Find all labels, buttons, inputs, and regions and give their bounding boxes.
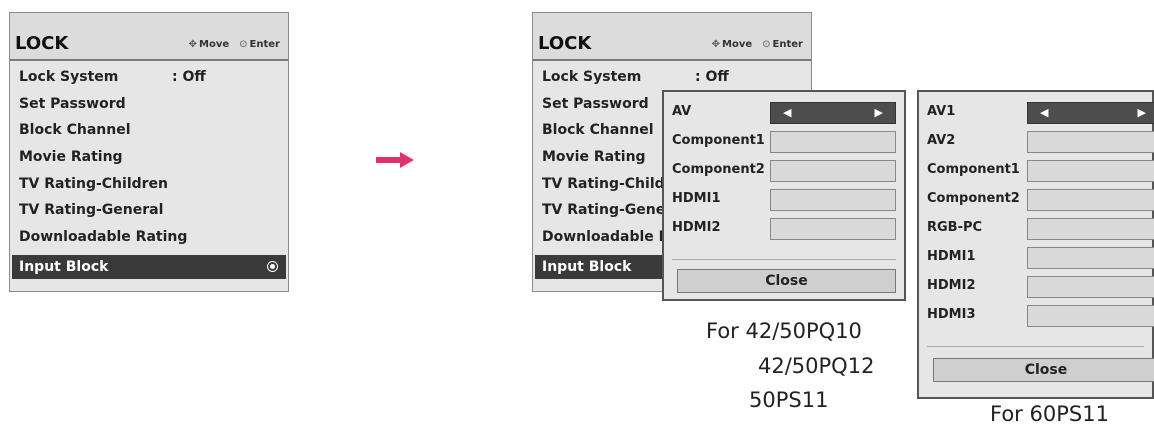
menu-item-label: Input Block (542, 259, 632, 275)
input-label: AV2 (927, 133, 956, 148)
left-arrow-icon[interactable]: ◀ (783, 106, 791, 119)
input-row-hdmi1[interactable]: HDMI1 (664, 187, 904, 213)
menu-hint: ✥ Move ⊙ Enter (189, 39, 280, 50)
input-toggle[interactable] (770, 131, 896, 153)
input-toggle[interactable] (1027, 131, 1154, 153)
menu-header: LOCK ✥ Move ⊙ Enter (533, 13, 811, 59)
hint-move: Move (722, 39, 753, 50)
menu-item-block-channel[interactable]: Block Channel (12, 118, 286, 142)
model-caption-60ps11: For 60PS11 (990, 402, 1109, 426)
menu-item-label: Set Password (19, 96, 126, 112)
input-label: HDMI2 (927, 278, 976, 293)
left-arrow-icon[interactable]: ◀ (1040, 106, 1048, 119)
input-label: Component2 (927, 191, 1020, 206)
input-label: Component1 (927, 162, 1020, 177)
input-row-component1[interactable]: Component1 (664, 129, 904, 155)
lock-system-value: : Off (695, 69, 729, 85)
menu-item-label: Set Password (542, 96, 649, 112)
right-arrow-icon (376, 152, 414, 168)
menu-item-label: Movie Rating (19, 149, 123, 165)
menu-item-label: Lock System (542, 69, 642, 85)
close-button[interactable]: Close (933, 358, 1154, 382)
lock-system-value: : Off (172, 69, 206, 85)
input-label: AV1 (927, 104, 956, 119)
menu-item-tv-rating-general[interactable]: TV Rating-General (12, 198, 286, 222)
menu-item-input-block[interactable]: Input Block (12, 255, 286, 279)
menu-divider (533, 59, 811, 61)
close-button[interactable]: Close (677, 269, 896, 293)
menu-item-tv-rating-children[interactable]: TV Rating-Children (12, 172, 286, 196)
input-toggle[interactable] (1027, 305, 1154, 327)
input-row-component1[interactable]: Component1 (919, 158, 1154, 184)
move-arrows-icon: ✥ (711, 39, 721, 50)
menu-title: LOCK (538, 33, 592, 54)
input-row-av1[interactable]: AV1 ◀ ▶ (919, 100, 1154, 126)
enter-icon: ⊙ (762, 39, 771, 50)
input-label: AV (672, 104, 692, 119)
menu-item-label: TV Rating-Children (19, 176, 169, 192)
input-label: RGB-PC (927, 220, 983, 235)
popup-divider (927, 346, 1144, 347)
input-row-hdmi2[interactable]: HDMI2 (919, 274, 1154, 300)
model-caption-line-1: For 42/50PQ10 (706, 319, 862, 343)
popup-divider (672, 259, 896, 260)
menu-item-label: Lock System (19, 69, 119, 85)
menu-item-label: Input Block (19, 259, 109, 275)
menu-item-label: Movie Rating (542, 149, 646, 165)
input-row-component2[interactable]: Component2 (919, 187, 1154, 213)
menu-divider (10, 59, 288, 61)
input-row-hdmi2[interactable]: HDMI2 (664, 216, 904, 242)
input-toggle[interactable] (1027, 160, 1154, 182)
input-block-popup-large: AV1 ◀ ▶ AV2 Component1 Component2 RGB-PC H… (917, 90, 1154, 399)
menu-item-set-password[interactable]: Set Password (12, 92, 286, 116)
input-row-component2[interactable]: Component2 (664, 158, 904, 184)
menu-hint: ✥ Move ⊙ Enter (712, 39, 803, 50)
input-toggle-selected[interactable]: ◀ ▶ (1027, 102, 1154, 124)
right-arrow-icon[interactable]: ▶ (875, 106, 883, 119)
input-toggle[interactable] (770, 160, 896, 182)
lock-menu-left: LOCK ✥ Move ⊙ Enter Lock System : Off Set Pa… (9, 12, 289, 292)
input-toggle[interactable] (1027, 247, 1154, 269)
input-toggle[interactable] (1027, 189, 1154, 211)
move-arrows-icon: ✥ (188, 39, 198, 50)
input-label: Component2 (672, 162, 765, 177)
menu-item-lock-system[interactable]: Lock System : Off (12, 65, 286, 89)
model-caption-line-3: 50PS11 (749, 388, 829, 412)
menu-item-label: Block Channel (19, 122, 131, 138)
input-block-popup-small: AV ◀ ▶ Component1 Component2 HDMI1 HDMI2 C… (662, 90, 906, 301)
menu-item-label: TV Rating-General (19, 202, 164, 218)
menu-item-lock-system[interactable]: Lock System : Off (535, 65, 809, 89)
input-label: HDMI1 (672, 191, 721, 206)
input-row-rgb-pc[interactable]: RGB-PC (919, 216, 1154, 242)
model-caption-line-2: 42/50PQ12 (758, 354, 875, 378)
menu-title: LOCK (15, 33, 69, 54)
input-label: HDMI2 (672, 220, 721, 235)
hint-move: Move (199, 39, 230, 50)
hint-enter: Enter (772, 39, 803, 50)
input-toggle[interactable] (770, 189, 896, 211)
input-row-hdmi1[interactable]: HDMI1 (919, 245, 1154, 271)
menu-item-movie-rating[interactable]: Movie Rating (12, 145, 286, 169)
hint-enter: Enter (249, 39, 280, 50)
selected-radio-icon (267, 261, 278, 272)
input-label: HDMI1 (927, 249, 976, 264)
input-row-av2[interactable]: AV2 (919, 129, 1154, 155)
input-toggle[interactable] (1027, 276, 1154, 298)
input-row-hdmi3[interactable]: HDMI3 (919, 303, 1154, 329)
input-toggle-selected[interactable]: ◀ ▶ (770, 102, 896, 124)
input-label: HDMI3 (927, 307, 976, 322)
enter-icon: ⊙ (239, 39, 248, 50)
input-label: Component1 (672, 133, 765, 148)
menu-header: LOCK ✥ Move ⊙ Enter (10, 13, 288, 59)
menu-item-label: Downloadable Rating (19, 229, 188, 245)
input-row-av[interactable]: AV ◀ ▶ (664, 100, 904, 126)
right-arrow-icon[interactable]: ▶ (1138, 106, 1146, 119)
input-toggle[interactable] (770, 218, 896, 240)
input-toggle[interactable] (1027, 218, 1154, 240)
menu-item-label: Block Channel (542, 122, 654, 138)
menu-item-downloadable-rating[interactable]: Downloadable Rating (12, 225, 286, 249)
